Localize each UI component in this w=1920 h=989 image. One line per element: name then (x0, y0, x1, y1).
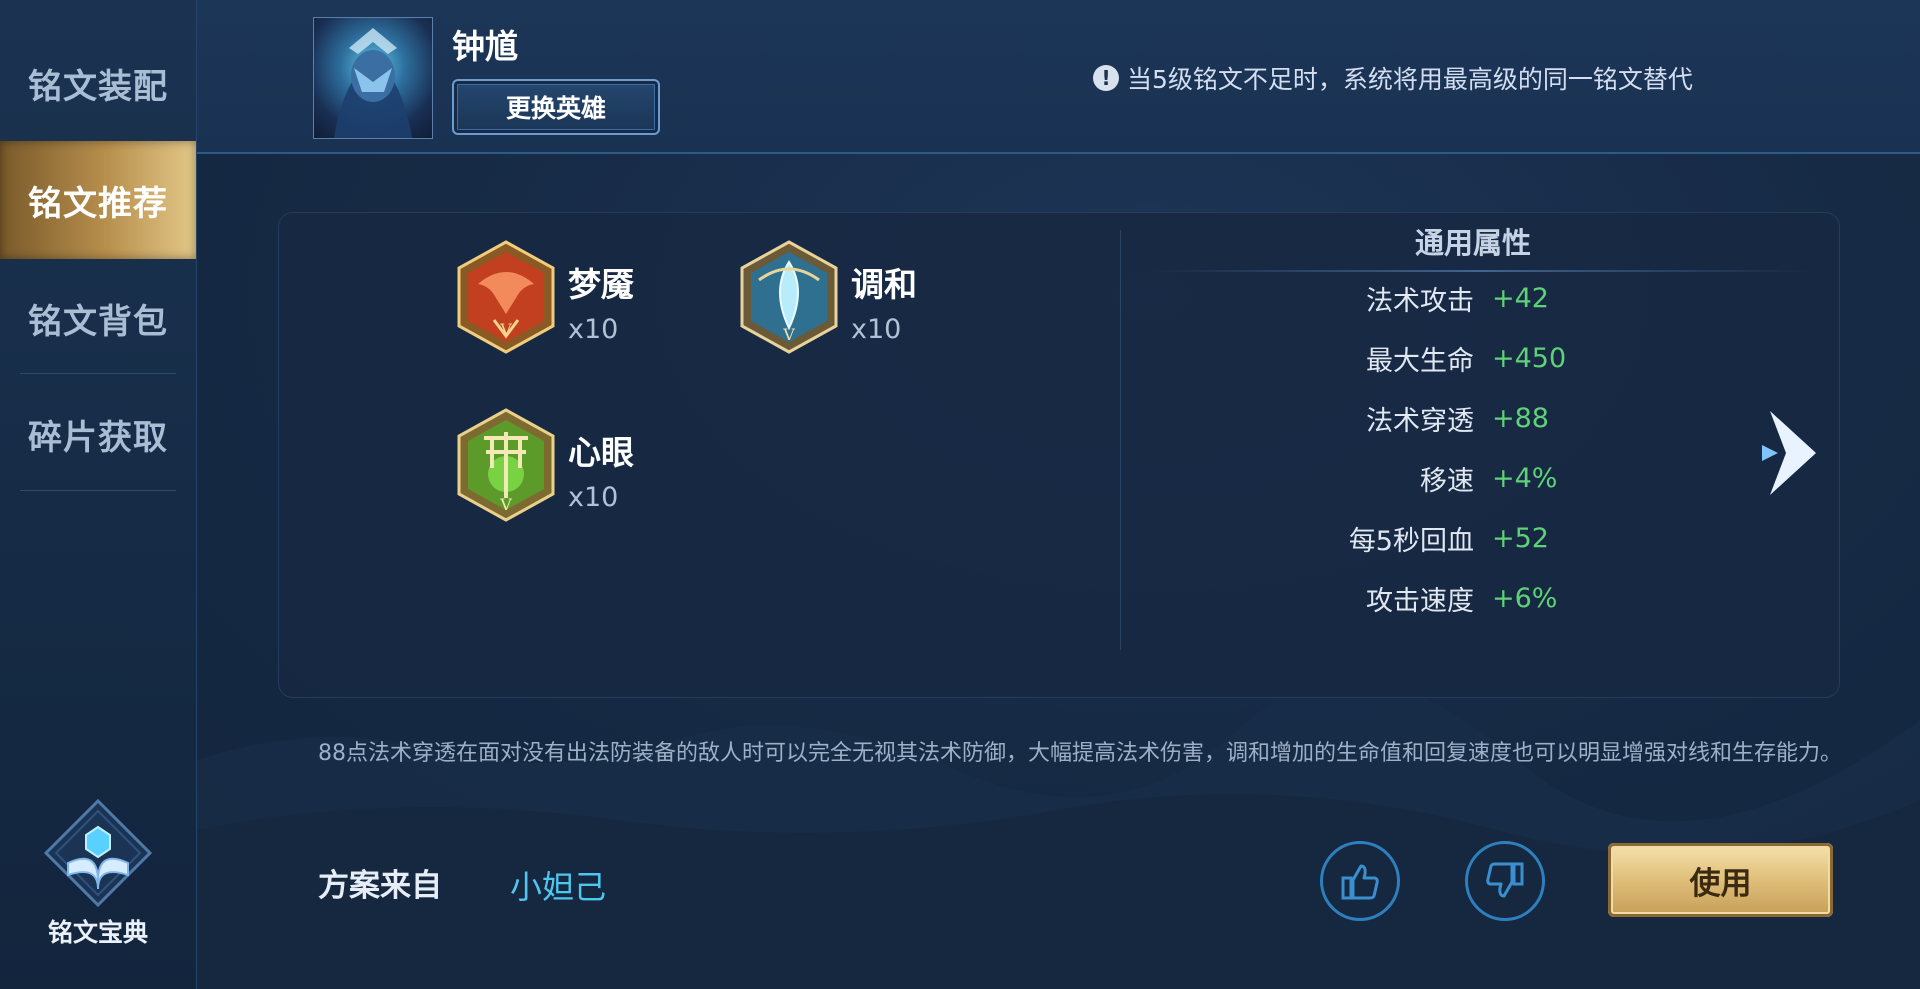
attribute-row: 移速 +4% (1220, 458, 1820, 498)
sidebar-item-fragments[interactable]: 碎片获取 (0, 375, 196, 493)
sidebar-item-rune-bag[interactable]: 铭文背包 (0, 259, 196, 377)
attribute-name: 法术攻击 (1366, 285, 1474, 317)
codex-label: 铭文宝典 (47, 918, 148, 947)
attribute-row: 法术攻击 +42 (1220, 278, 1820, 318)
codex-book-icon (43, 798, 153, 908)
attribute-name: 移速 (1420, 465, 1474, 497)
attribute-row: 每5秒回血 +52 (1220, 518, 1820, 558)
attribute-name: 法术穿透 (1366, 405, 1474, 437)
rune-item[interactable]: V 调和 x10 (739, 240, 917, 354)
green-rune-icon: V (456, 408, 556, 522)
info-icon: ! (1093, 65, 1119, 91)
attribute-value: +6% (1492, 582, 1558, 614)
change-hero-button[interactable]: 更换英雄 (452, 79, 660, 135)
thumbs-down-icon (1486, 862, 1524, 898)
sidebar-item-label: 铭文背包 (28, 301, 168, 342)
attribute-name: 攻击速度 (1366, 585, 1474, 617)
plan-description: 88点法术穿透在面对没有出法防装备的敌人时可以完全无视其法术防御，大幅提高法术伤… (318, 741, 1842, 766)
thumbs-up-icon (1341, 864, 1379, 900)
sidebar: 铭文装配 铭文推荐 铭文背包 碎片获取 铭文宝典 (0, 0, 197, 989)
like-button[interactable] (1320, 841, 1400, 921)
hero-name: 钟馗 (452, 27, 518, 66)
attribute-row: 法术穿透 +88 (1220, 398, 1820, 438)
attribute-row: 攻击速度 +6% (1220, 578, 1820, 618)
rune-name: 梦魇 (568, 265, 634, 304)
attribute-value: +42 (1492, 282, 1549, 314)
attributes-underline (1150, 270, 1810, 272)
attribute-value: +88 (1492, 402, 1549, 434)
dislike-button[interactable] (1465, 841, 1545, 921)
blue-rune-icon: V (739, 240, 839, 354)
rune-count: x10 (851, 314, 902, 345)
rune-name: 心眼 (568, 433, 634, 472)
attribute-value: +52 (1492, 522, 1549, 554)
rune-item[interactable]: V 梦魇 x10 (456, 240, 634, 354)
panel-divider (1120, 230, 1121, 650)
attribute-name: 最大生命 (1366, 345, 1474, 377)
attribute-name: 每5秒回血 (1348, 525, 1474, 557)
sidebar-item-rune-equip[interactable]: 铭文装配 (0, 24, 196, 142)
use-button[interactable]: 使用 (1608, 843, 1833, 917)
attribute-row: 最大生命 +450 (1220, 338, 1820, 378)
sidebar-item-rune-recommend[interactable]: 铭文推荐 (0, 141, 196, 259)
svg-text:V: V (499, 495, 512, 514)
attribute-value: +450 (1492, 342, 1567, 374)
sidebar-divider (20, 490, 176, 491)
svg-text:V: V (782, 325, 795, 344)
source-label: 方案来自 (318, 868, 442, 904)
source-author-link[interactable]: 小妲己 (510, 862, 606, 908)
rune-name: 调和 (851, 265, 917, 304)
hero-portrait[interactable] (313, 17, 433, 139)
sidebar-item-label: 铭文推荐 (28, 183, 168, 224)
rune-count: x10 (568, 482, 619, 513)
rune-count: x10 (568, 314, 619, 345)
attribute-value: +4% (1492, 462, 1558, 494)
sidebar-item-label: 铭文装配 (28, 66, 168, 107)
substitution-notice: ! 当5级铭文不足时，系统将用最高级的同一铭文替代 (1093, 60, 1693, 96)
attributes-title: 通用属性 (1415, 226, 1532, 260)
sidebar-item-label: 碎片获取 (28, 417, 168, 458)
sidebar-divider (20, 373, 176, 374)
rune-item[interactable]: V 心眼 x10 (456, 408, 634, 522)
rune-codex-button[interactable]: 铭文宝典 (30, 798, 166, 955)
red-rune-icon: V (456, 240, 556, 354)
next-arrow-button[interactable] (1760, 405, 1826, 501)
chevron-right-icon (1762, 411, 1816, 495)
notice-text: 当5级铭文不足时，系统将用最高级的同一铭文替代 (1127, 65, 1693, 94)
svg-text:V: V (499, 320, 512, 339)
